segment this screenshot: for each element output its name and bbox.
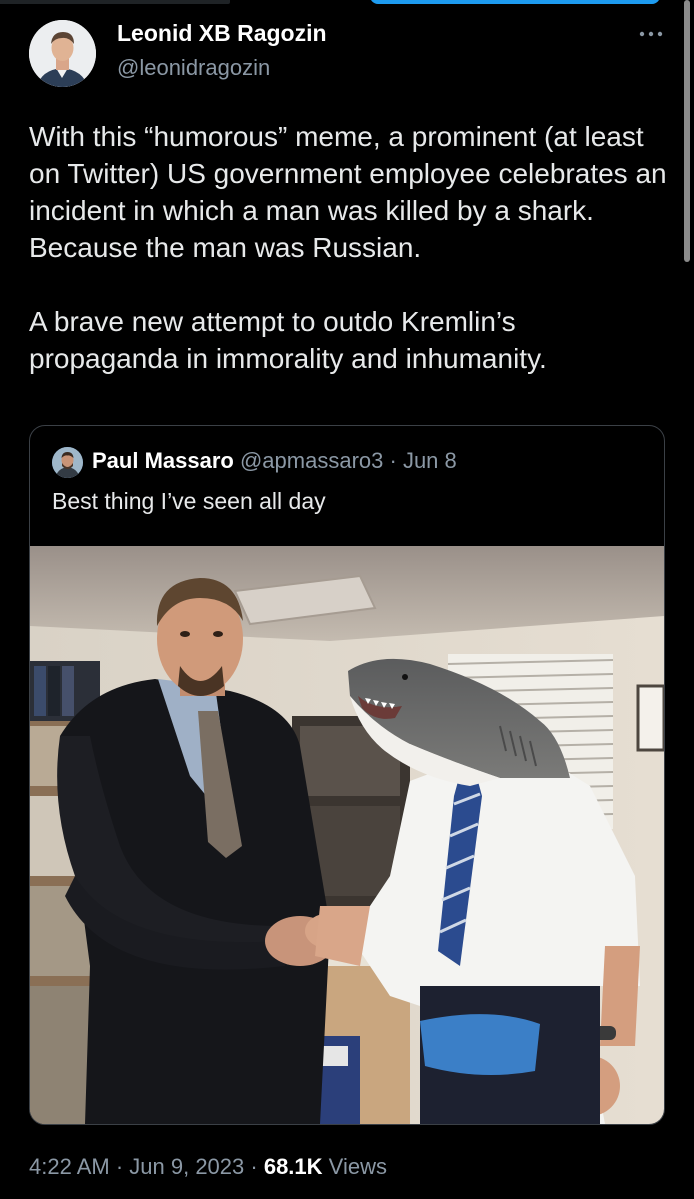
tweet-text: With this “humorous” meme, a prominent (… (29, 118, 669, 377)
author-handle[interactable]: @leonidragozin (117, 55, 270, 81)
more-horizontal-icon[interactable] (636, 24, 666, 44)
quoted-date[interactable]: Jun 8 (403, 448, 457, 473)
meme-image (30, 546, 664, 1124)
quoted-author-name[interactable]: Paul Massaro (92, 448, 234, 473)
author-avatar[interactable] (29, 20, 96, 87)
author-avatar-image (29, 20, 96, 87)
timestamp-separator: · (244, 1154, 264, 1179)
tweet-paragraph: With this “humorous” meme, a prominent (… (29, 121, 667, 263)
quoted-tweet-text: Best thing I’ve seen all day (52, 488, 326, 514)
top-divider (0, 0, 230, 4)
author-name[interactable]: Leonid XB Ragozin (117, 20, 327, 47)
tweet-paragraph: A brave new attempt to outdo Kremlin’s p… (29, 306, 547, 374)
tweet-date[interactable]: Jun 9, 2023 (129, 1154, 244, 1179)
quoted-tweet-image[interactable] (30, 546, 664, 1124)
quoted-author-avatar-image (52, 447, 83, 478)
tweet-timestamp: 4:22 AM · Jun 9, 2023 · 68.1K Views (29, 1154, 387, 1180)
tweet-time[interactable]: 4:22 AM (29, 1154, 110, 1179)
scrollbar[interactable] (684, 0, 690, 262)
timestamp-separator: · (109, 1154, 130, 1179)
follow-button-edge[interactable] (370, 0, 660, 4)
quoted-author-avatar[interactable] (52, 447, 83, 478)
quoted-separator: · (383, 448, 403, 473)
quoted-tweet-header: Paul Massaro @apmassaro3 · Jun 8 (92, 448, 457, 474)
quoted-author-handle[interactable]: @apmassaro3 (240, 448, 383, 473)
quoted-tweet[interactable]: Paul Massaro @apmassaro3 · Jun 8 Best th… (29, 425, 665, 1125)
views-count: 68.1K (263, 1154, 323, 1179)
views-label: Views (328, 1154, 387, 1179)
